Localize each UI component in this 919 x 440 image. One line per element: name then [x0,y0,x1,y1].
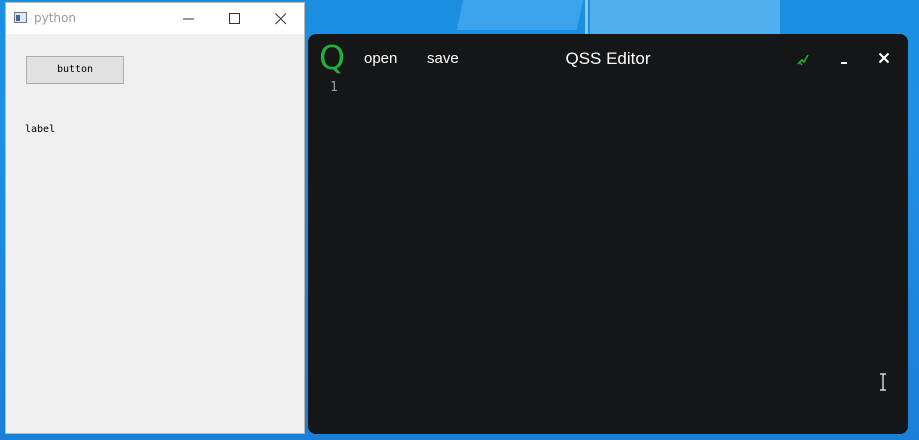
minimize-button[interactable] [166,3,212,34]
wallpaper-light-beam [585,0,588,34]
qss-editor-window: Q open save QSS Editor 1 [308,34,908,434]
window-title: QSS Editor [565,49,651,68]
close-button[interactable] [874,48,894,68]
close-button[interactable] [258,3,304,34]
wallpaper-light-beam [456,0,584,30]
text-cursor-icon [880,373,886,391]
minimize-button[interactable] [834,48,854,68]
static-label: label [25,124,56,135]
python-window-titlebar[interactable]: python [6,3,304,34]
code-editor[interactable] [348,78,908,434]
minimize-icon [183,18,194,20]
line-number: 1 [330,80,338,95]
push-button[interactable]: button [26,56,124,84]
window-icon [14,12,27,23]
minimize-icon [841,62,847,64]
maximize-button[interactable] [212,3,258,34]
wallpaper-light-beam [590,0,780,34]
python-window: python button label [5,2,305,434]
maximize-icon [229,13,240,24]
close-icon [878,52,890,64]
close-icon [275,13,287,25]
python-window-title: python [34,11,76,25]
pin-button[interactable] [795,51,811,67]
pin-icon [797,54,809,66]
